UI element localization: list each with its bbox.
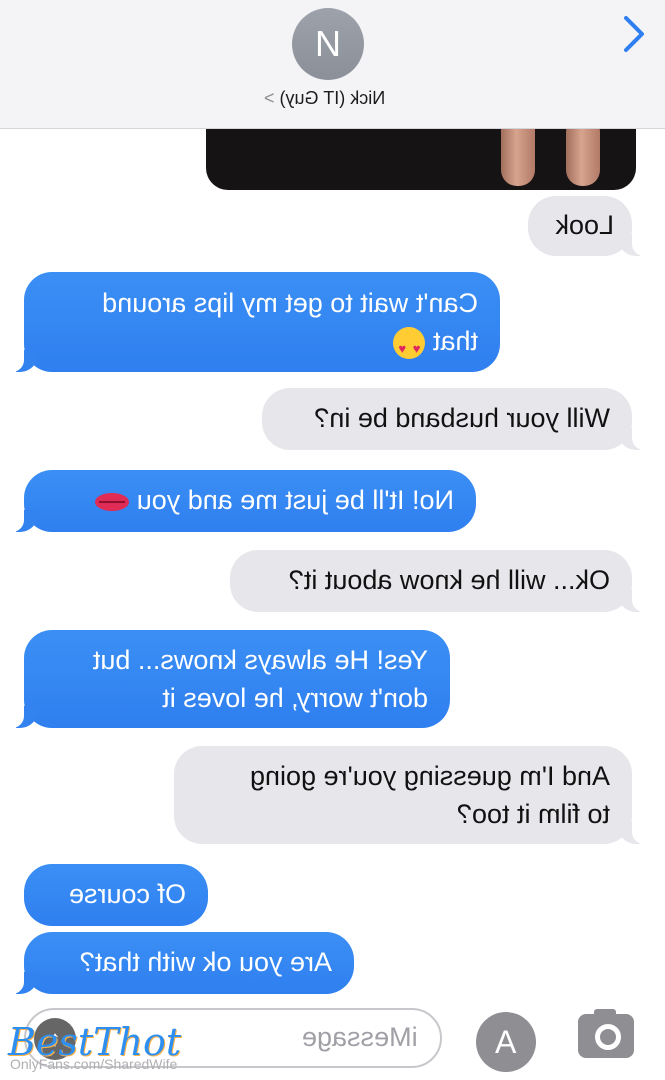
app-store-glyph: A	[495, 1024, 517, 1060]
message-text-line: No! It'll be just me and you	[46, 481, 454, 519]
contact-avatar[interactable]: N	[292, 8, 364, 80]
message-bubble-received[interactable]: Will your husband be in?	[262, 388, 646, 450]
kiss-lips-emoji-icon	[95, 492, 130, 511]
message-bubble-received[interactable]: Look	[528, 196, 646, 256]
message-bubble-received[interactable]: And I'm guessing you're going to film it…	[174, 746, 646, 844]
message-bubble-sent[interactable]: Can't wait to get my lips around that	[10, 272, 500, 372]
conversation-header: N Nick (IT Guy) >	[0, 0, 665, 129]
heart-eyes-emoji-icon	[393, 326, 426, 359]
message-text: Are you ok with that?	[79, 947, 332, 977]
message-text-line: that	[46, 322, 478, 360]
message-text: to film it too?	[456, 799, 610, 829]
message-bubble-sent[interactable]: Of course	[24, 864, 208, 926]
message-text: Look	[555, 210, 614, 240]
avatar-initial: N	[315, 23, 341, 64]
message-bubble-sent[interactable]: Are you ok with that?	[10, 932, 354, 994]
back-chevron-icon[interactable]	[623, 14, 645, 54]
app-store-icon[interactable]: A	[476, 1012, 536, 1072]
message-bubble-sent[interactable]: Yes! He always knows... but don't worry,…	[10, 630, 450, 728]
contact-chevron-icon: >	[264, 88, 275, 108]
message-text: Of course	[68, 879, 186, 909]
message-text: Yes! He always knows... but	[92, 645, 428, 675]
message-text: that	[432, 326, 478, 356]
message-text: No! It'll be just me and you	[136, 485, 454, 515]
message-placeholder: iMessage	[302, 1022, 418, 1052]
message-bubble-sent[interactable]: No! It'll be just me and you	[10, 470, 476, 532]
contact-name-button[interactable]: Nick (IT Guy) >	[258, 88, 385, 109]
message-text: Ok... will he know about it?	[288, 565, 610, 595]
message-text: And I'm guessing you're going	[249, 761, 610, 791]
camera-icon[interactable]	[578, 1009, 634, 1058]
contact-name: Nick (IT Guy)	[279, 88, 386, 108]
watermark-source: OnlyFans.com/SharedWife	[10, 1056, 178, 1072]
message-text: don't worry, he loves it	[162, 683, 428, 713]
message-text: Will your husband be in?	[314, 403, 610, 433]
message-bubble-received[interactable]: Ok... will he know about it?	[230, 550, 646, 612]
message-text: Can't wait to get my lips around	[102, 288, 478, 318]
